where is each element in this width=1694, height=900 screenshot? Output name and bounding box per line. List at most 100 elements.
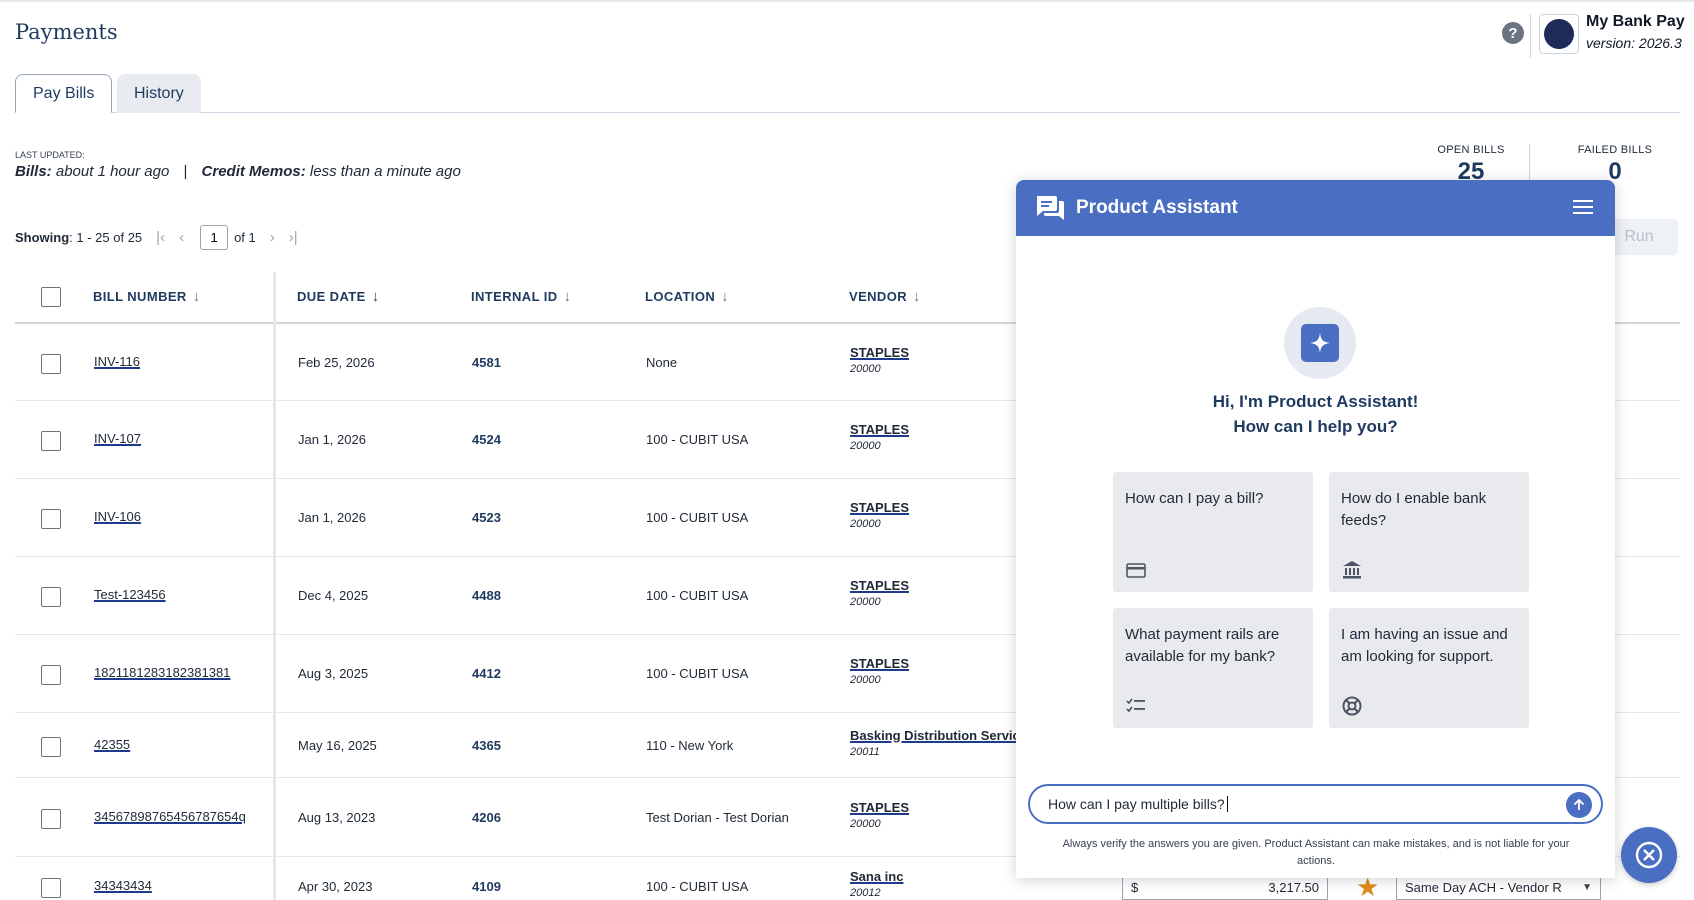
location-cell: 100 - CUBIT USA bbox=[646, 432, 749, 447]
internal-id-cell: 4523 bbox=[472, 510, 501, 525]
row-checkbox[interactable] bbox=[41, 431, 61, 451]
row-checkbox[interactable] bbox=[41, 809, 61, 829]
last-updated-text: Bills: about 1 hour ago | Credit Memos: … bbox=[15, 163, 461, 180]
row-checkbox[interactable] bbox=[41, 878, 61, 898]
sort-arrow-icon: ↓ bbox=[371, 288, 380, 305]
due-date-cell: Dec 4, 2025 bbox=[298, 588, 369, 603]
suggestion-text: How do I enable bank feeds? bbox=[1341, 490, 1487, 529]
bill-number-link[interactable]: 34343434 bbox=[94, 878, 152, 893]
vendor-cell[interactable]: STAPLES 20000 bbox=[850, 800, 909, 830]
row-checkbox[interactable] bbox=[41, 587, 61, 607]
send-button[interactable] bbox=[1566, 792, 1592, 818]
col-bill-number[interactable]: BILL NUMBER ↓ bbox=[93, 288, 201, 305]
vendor-name[interactable]: Basking Distribution Service bbox=[850, 728, 1027, 743]
vendor-cell[interactable]: STAPLES 20000 bbox=[850, 578, 909, 608]
bill-number-link[interactable]: INV-116 bbox=[94, 354, 140, 369]
bill-number-link[interactable]: 34567898765456787654q bbox=[94, 809, 246, 824]
vendor-cell[interactable]: STAPLES 20000 bbox=[850, 656, 909, 686]
lifebuoy-icon bbox=[1342, 696, 1362, 716]
location-cell: 110 - New York bbox=[646, 738, 734, 753]
product-assistant-panel: Product Assistant Hi, I'm Product Assist… bbox=[1016, 180, 1615, 878]
hamburger-menu-icon[interactable] bbox=[1573, 200, 1593, 215]
vendor-cell[interactable]: Sana inc 20012 bbox=[850, 869, 903, 899]
next-page-icon[interactable]: › bbox=[270, 229, 275, 246]
vendor-name[interactable]: STAPLES bbox=[850, 422, 909, 437]
vendor-cell[interactable]: STAPLES 20000 bbox=[850, 345, 909, 375]
due-date-cell: Aug 3, 2025 bbox=[298, 666, 369, 681]
last-page-icon[interactable]: ›| bbox=[289, 229, 298, 246]
vendor-name[interactable]: STAPLES bbox=[850, 345, 909, 360]
bill-number-link[interactable]: 42355 bbox=[94, 737, 130, 752]
prev-page-icon[interactable]: ‹ bbox=[179, 229, 184, 246]
internal-id-cell: 4206 bbox=[472, 810, 501, 825]
page-count: of 1 bbox=[234, 230, 256, 245]
col-location[interactable]: LOCATION ↓ bbox=[645, 288, 729, 305]
assistant-disclaimer: Always verify the answers you are given.… bbox=[1062, 838, 1570, 867]
credit-card-icon bbox=[1126, 563, 1146, 578]
row-checkbox[interactable] bbox=[41, 354, 61, 374]
location-cell: Test Dorian - Test Dorian bbox=[646, 810, 789, 825]
col-vendor[interactable]: VENDOR ↓ bbox=[849, 288, 921, 305]
vendor-name[interactable]: STAPLES bbox=[850, 656, 909, 671]
page-number-input[interactable] bbox=[200, 225, 229, 250]
last-updated-label: LAST UPDATED: bbox=[15, 150, 85, 160]
sparkle-icon bbox=[1301, 324, 1339, 362]
tabs-baseline bbox=[15, 112, 1680, 113]
separator: | bbox=[183, 163, 188, 180]
first-page-icon[interactable]: |‹ bbox=[156, 229, 165, 246]
internal-id-cell: 4412 bbox=[472, 666, 501, 681]
vendor-cell[interactable]: Basking Distribution Service 20011 bbox=[850, 728, 1027, 758]
col-bill-number-label: BILL NUMBER bbox=[93, 289, 187, 304]
stat-divider bbox=[1529, 144, 1530, 180]
question-circle-icon[interactable]: ? bbox=[1502, 22, 1524, 44]
bill-number-link[interactable]: INV-106 bbox=[94, 509, 141, 524]
bill-number-link[interactable]: 1821181283182381381 bbox=[94, 665, 230, 680]
col-internal-id[interactable]: INTERNAL ID ↓ bbox=[471, 288, 571, 305]
tab-pay-bills[interactable]: Pay Bills bbox=[15, 74, 113, 113]
checklist-icon bbox=[1126, 698, 1145, 713]
close-assistant-button[interactable] bbox=[1621, 827, 1677, 883]
payment-rail-select[interactable]: Same Day ACH - Vendor R ▼ bbox=[1396, 875, 1601, 900]
memos-updated-value: less than a minute ago bbox=[309, 163, 461, 180]
bill-number-link[interactable]: Test-123456 bbox=[94, 587, 166, 602]
sort-arrow-icon: ↓ bbox=[721, 288, 730, 305]
bill-number-link[interactable]: INV-107 bbox=[94, 431, 141, 446]
row-checkbox[interactable] bbox=[41, 665, 61, 685]
chat-bubbles-icon bbox=[1035, 194, 1065, 222]
row-checkbox[interactable] bbox=[41, 509, 61, 529]
suggestion-text: What payment rails are available for my … bbox=[1125, 626, 1280, 665]
vendor-cell[interactable]: STAPLES 20000 bbox=[850, 422, 909, 452]
suggestion-support[interactable]: I am having an issue and am looking for … bbox=[1329, 608, 1529, 728]
vendor-name[interactable]: STAPLES bbox=[850, 800, 909, 815]
col-due-date[interactable]: DUE DATE ↓ bbox=[297, 288, 380, 305]
vendor-name[interactable]: STAPLES bbox=[850, 578, 909, 593]
suggestion-text: How can I pay a bill? bbox=[1125, 490, 1264, 507]
due-date-cell: Jan 1, 2026 bbox=[298, 510, 366, 525]
internal-id-cell: 4524 bbox=[472, 432, 501, 447]
page-title: Payments bbox=[15, 20, 118, 44]
row-checkbox[interactable] bbox=[41, 737, 61, 757]
vendor-name[interactable]: STAPLES bbox=[850, 500, 909, 515]
app-logo bbox=[1539, 14, 1579, 54]
vendor-code: 20011 bbox=[850, 746, 880, 758]
bank-icon bbox=[1343, 561, 1361, 579]
bills-updated-value: about 1 hour ago bbox=[55, 163, 170, 180]
currency-symbol: $ bbox=[1131, 880, 1139, 895]
top-border bbox=[0, 0, 1694, 2]
amount-input[interactable]: $ 3,217.50 bbox=[1122, 875, 1328, 900]
amount-value: 3,217.50 bbox=[1268, 880, 1319, 895]
suggestion-pay-bill[interactable]: How can I pay a bill? bbox=[1113, 472, 1313, 592]
select-all-checkbox[interactable] bbox=[41, 287, 61, 307]
due-date-cell: May 16, 2025 bbox=[298, 738, 377, 753]
tab-history[interactable]: History bbox=[117, 74, 201, 113]
vendor-name[interactable]: Sana inc bbox=[850, 869, 903, 884]
assistant-message-input[interactable]: How can I pay multiple bills? bbox=[1028, 784, 1603, 824]
bills-label: Bills: bbox=[15, 163, 52, 180]
assistant-header: Product Assistant bbox=[1016, 180, 1615, 236]
suggestion-payment-rails[interactable]: What payment rails are available for my … bbox=[1113, 608, 1313, 728]
internal-id-cell: 4488 bbox=[472, 588, 501, 603]
suggestion-bank-feeds[interactable]: How do I enable bank feeds? bbox=[1329, 472, 1529, 592]
due-date-cell: Apr 30, 2023 bbox=[298, 879, 373, 894]
vendor-cell[interactable]: STAPLES 20000 bbox=[850, 500, 909, 530]
sort-arrow-icon: ↓ bbox=[913, 288, 921, 305]
